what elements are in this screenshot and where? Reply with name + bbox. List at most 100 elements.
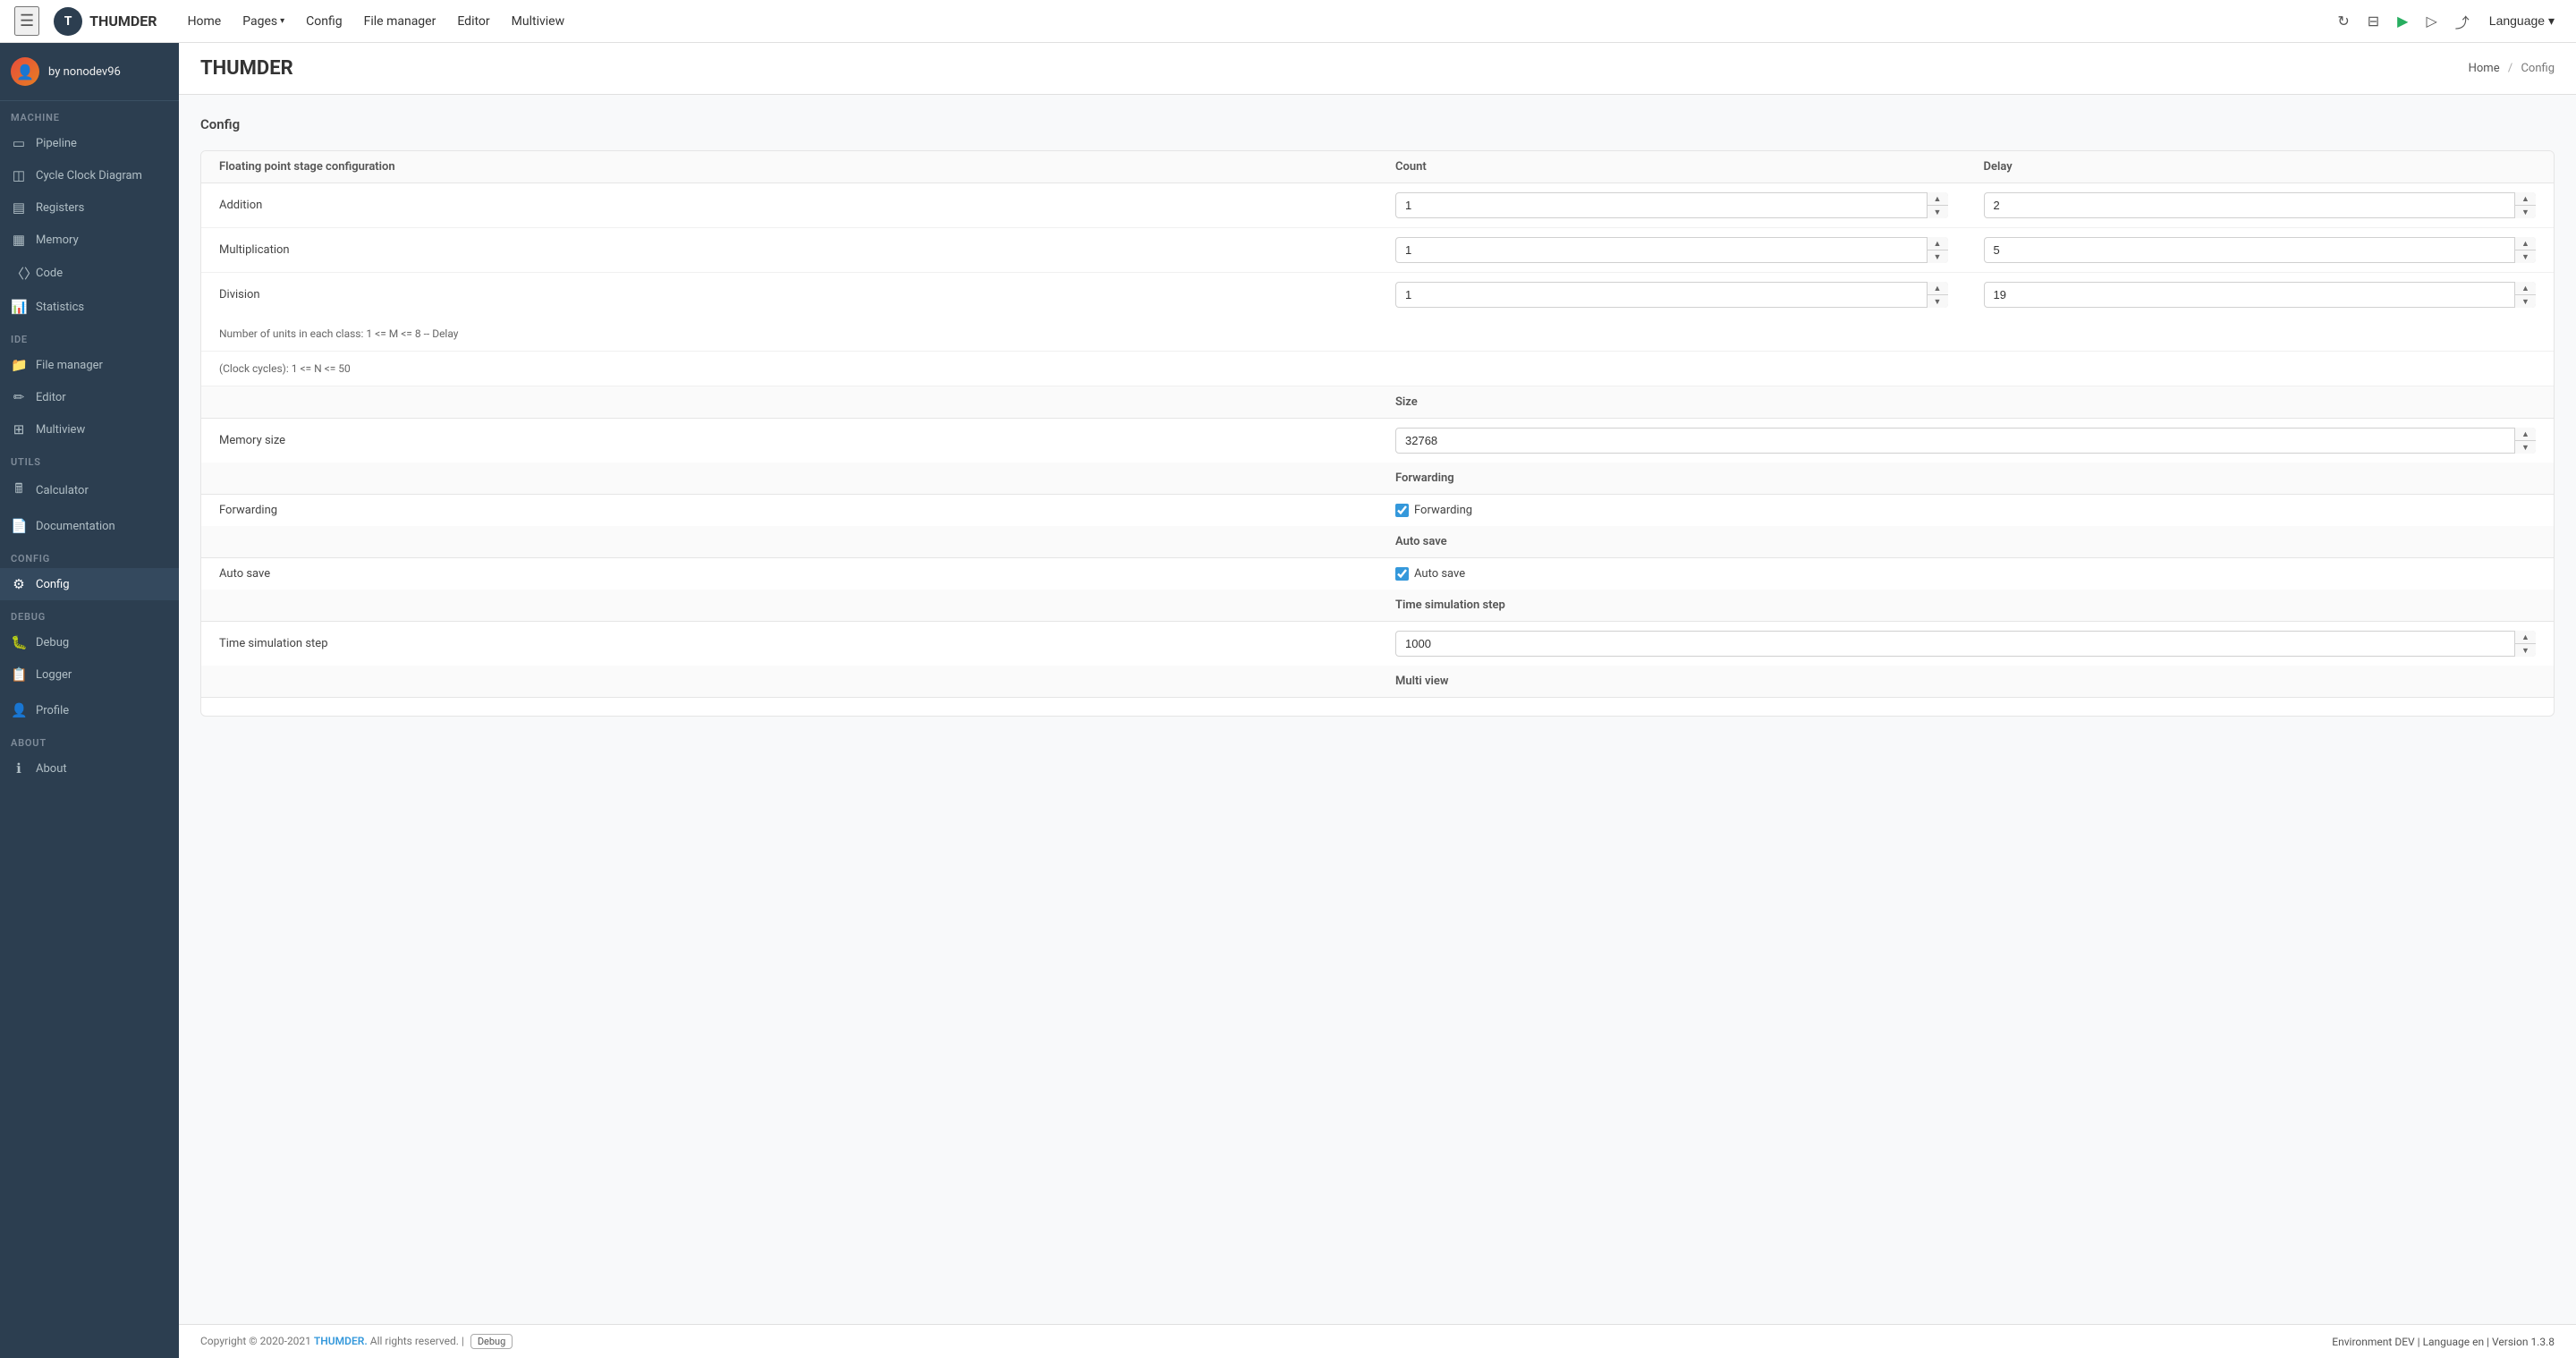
refresh-icon: ↻ [2337,14,2349,30]
division-count-down[interactable]: ▼ [1928,295,1948,308]
sidebar-item-cycle-clock-diagram[interactable]: ◫ Cycle Clock Diagram [0,159,179,191]
forwarding-checkbox-label[interactable]: Forwarding [1395,504,2536,517]
footer-lang-value: en [2472,1336,2484,1348]
footer-left: Copyright © 2020-2021 THUMDER. All right… [200,1334,513,1349]
nav-file-manager[interactable]: File manager [355,9,445,34]
sidebar-item-file-manager[interactable]: 📁 File manager [0,349,179,381]
sidebar-item-pipeline[interactable]: ▭ Pipeline [0,127,179,159]
multiplication-count-up[interactable]: ▲ [1928,237,1948,250]
logger-icon: 📋 [11,666,27,683]
sidebar-item-label: Code [36,267,63,280]
sidebar-item-registers[interactable]: ▤ Registers [0,191,179,224]
navbar: ☰ T THUMDER Home Pages ▾ Config File man… [0,0,2576,43]
time-sim-input[interactable] [1395,631,2536,657]
memory-size-up[interactable]: ▲ [2515,428,2536,441]
multiplication-delay-input[interactable] [1984,237,2537,263]
memory-size-down[interactable]: ▼ [2515,441,2536,454]
sidebar-item-profile[interactable]: 👤 Profile [0,694,179,726]
addition-delay-down[interactable]: ▼ [2515,206,2536,218]
multi-view-label-header [201,666,1377,698]
addition-delay-up[interactable]: ▲ [2515,192,2536,206]
pipeline-icon: ▭ [11,135,27,151]
sidebar-item-label: Debug [36,636,69,649]
avatar: 👤 [11,57,39,86]
forwarding-table: Forwarding Forwarding Forwarding [201,463,2554,526]
forwarding-checkbox[interactable] [1395,504,1409,517]
info-text-2: (Clock cycles): 1 <= N <= 50 [201,352,2554,386]
step-button[interactable]: ▷ [2420,9,2442,34]
sidebar-item-documentation[interactable]: 📄 Documentation [0,510,179,542]
memory-size-row-label: Memory size [201,419,1377,463]
debug-badge[interactable]: Debug [470,1334,513,1349]
multiplication-count-cell: ▲ ▼ [1377,228,1966,273]
sidebar-item-memory[interactable]: ▦ Memory [0,224,179,256]
hamburger-button[interactable]: ☰ [14,6,39,36]
sidebar-item-calculator[interactable]: 🖩 Calculator [0,471,179,510]
footer-copyright: Copyright © 2020-2021 [200,1335,311,1347]
sidebar-item-logger[interactable]: 📋 Logger [0,658,179,691]
multiplication-count-input[interactable] [1395,237,1948,263]
nav-config[interactable]: Config [297,9,351,34]
sidebar-item-multiview[interactable]: ⊞ Multiview [0,413,179,446]
nav-pages[interactable]: Pages ▾ [233,9,293,34]
config-icon: ⚙ [11,576,27,592]
brand-logo-link[interactable]: T THUMDER [54,7,157,36]
multiplication-count-down[interactable]: ▼ [1928,250,1948,263]
forwarding-header: Forwarding [1377,463,2554,495]
addition-count-input[interactable] [1395,192,1948,218]
sidebar-item-code[interactable]: 〈〉 Code [0,256,179,291]
multiplication-delay-up[interactable]: ▲ [2515,237,2536,250]
addition-count-up[interactable]: ▲ [1928,192,1948,206]
count-header: Count [1377,151,1966,183]
addition-count-down[interactable]: ▼ [1928,206,1948,218]
export-button[interactable]: ⤴ [2450,7,2475,36]
play-button[interactable]: ▶ [2392,9,2413,34]
division-delay-down[interactable]: ▼ [2515,295,2536,308]
footer: Copyright © 2020-2021 THUMDER. All right… [179,1324,2576,1358]
addition-count-cell: ▲ ▼ [1377,183,1966,228]
table-row: Time simulation step ▲ ▼ [201,622,2554,666]
refresh-button[interactable]: ↻ [2332,9,2354,34]
memory-icon: ▦ [11,232,27,248]
auto-save-checkbox[interactable] [1395,567,1409,581]
time-sim-spinners: ▲ ▼ [2514,631,2536,657]
division-count-input[interactable] [1395,282,1948,308]
multiplication-delay-down[interactable]: ▼ [2515,250,2536,263]
nav-multiview[interactable]: Multiview [503,9,573,34]
section-label-debug: DEBUG [0,600,179,626]
sidebar-item-label: Statistics [36,301,84,314]
sidebar-item-statistics[interactable]: 📊 Statistics [0,291,179,323]
addition-count-spinners: ▲ ▼ [1927,192,1948,218]
breadcrumb-sep: / [2508,62,2512,75]
division-delay-up[interactable]: ▲ [2515,282,2536,295]
memory-size-input[interactable] [1395,428,2536,454]
forwarding-checkbox-text: Forwarding [1414,504,1472,517]
sidebar-item-debug[interactable]: 🐛 Debug [0,626,179,658]
sidebar-item-label: Editor [36,391,66,404]
language-button[interactable]: Language ▾ [2482,10,2562,32]
editor-icon: ✏ [11,389,27,405]
save-button[interactable]: ⊟ [2362,9,2385,34]
memory-size-label-header [201,386,1377,419]
division-delay-input[interactable] [1984,282,2537,308]
auto-save-checkbox-label[interactable]: Auto save [1395,567,2536,581]
sidebar-item-editor[interactable]: ✏ Editor [0,381,179,413]
sidebar-item-about[interactable]: ℹ About [0,752,179,785]
footer-version-value: 1.3.8 [2530,1336,2555,1348]
table-row: Multiplication ▲ ▼ [201,228,2554,273]
multiplication-count-spinners: ▲ ▼ [1927,237,1948,263]
breadcrumb-home[interactable]: Home [2469,62,2500,75]
auto-save-cell: Auto save [1377,558,2554,590]
sidebar-item-config[interactable]: ⚙ Config [0,568,179,600]
debug-icon: 🐛 [11,634,27,650]
addition-count-input-wrapper: ▲ ▼ [1395,192,1948,218]
about-icon: ℹ [11,760,27,777]
time-sim-down[interactable]: ▼ [2515,644,2536,657]
addition-delay-input[interactable] [1984,192,2537,218]
division-count-up[interactable]: ▲ [1928,282,1948,295]
nav-home[interactable]: Home [179,9,231,34]
nav-editor[interactable]: Editor [448,9,498,34]
footer-env-label: Environment [2332,1336,2392,1348]
time-sim-up[interactable]: ▲ [2515,631,2536,644]
multiplication-delay-spinners: ▲ ▼ [2514,237,2536,263]
